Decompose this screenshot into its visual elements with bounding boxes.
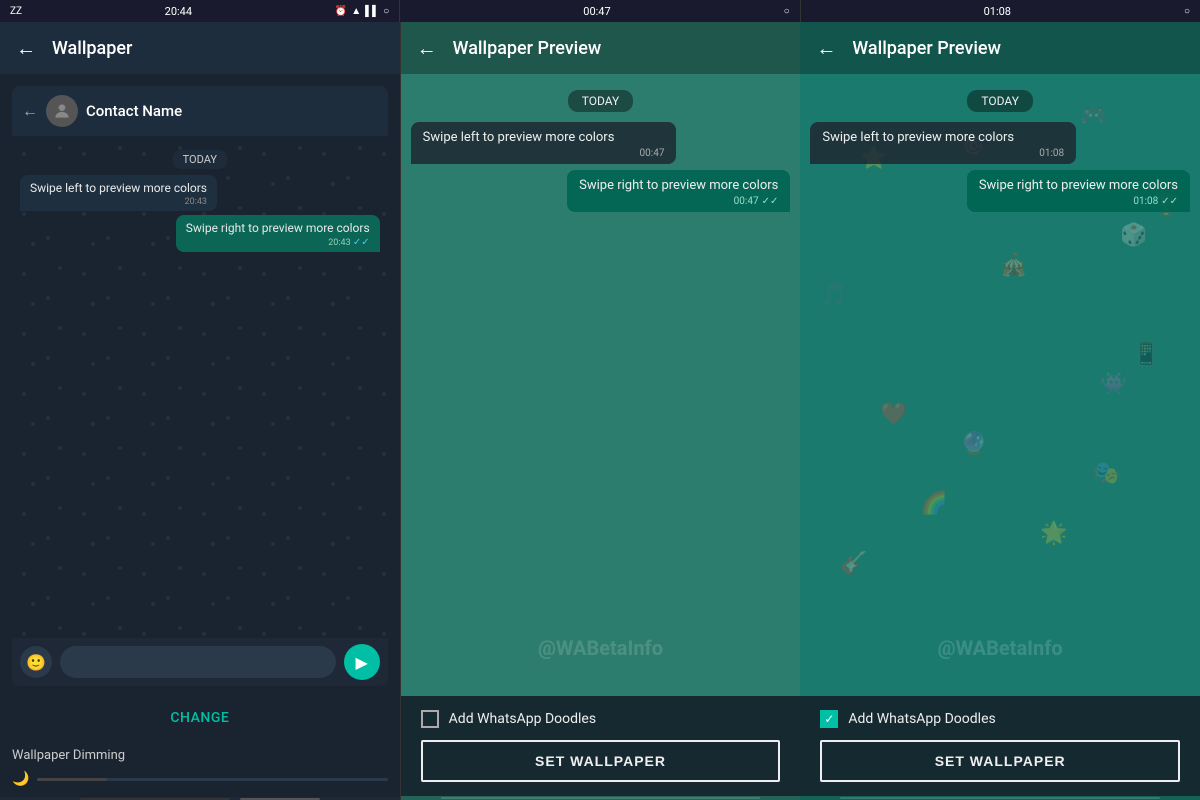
dimming-slider[interactable] [37, 778, 387, 781]
panel-sent-1: Swipe right to preview more colors 00:47… [567, 170, 790, 212]
back-arrow-preview-doodle[interactable]: ← [816, 36, 836, 61]
panel-msg-text-3: Swipe left to preview more colors [822, 130, 1014, 145]
status-bar-3: 01:08 ○ [800, 0, 1200, 22]
panel-msg-text-2: Swipe right to preview more colors [579, 178, 778, 193]
received-msg-1: Swipe left to preview more colors 20:43 [20, 175, 217, 211]
send-button[interactable]: ▶ [344, 644, 380, 680]
time-1: 20:44 [165, 5, 192, 18]
preview-plain-chat: TODAY Swipe left to preview more colors … [401, 74, 801, 696]
moon-icon: 🌙 [12, 771, 29, 787]
input-bar-preview: 🙂 ▶ [12, 638, 388, 686]
wifi-icon: ▲ [351, 6, 361, 17]
msg-time-1: 20:43 [30, 197, 207, 207]
circle-icon-2: ○ [784, 6, 790, 17]
dimming-label: Wallpaper Dimming [12, 748, 388, 763]
panel-sent-2: Swipe right to preview more colors 01:08… [967, 170, 1190, 212]
signal-icon: ▌▌ [365, 6, 379, 17]
chat-area-preview: TODAY Swipe left to preview more colors … [12, 136, 388, 638]
back-arrow-wallpaper[interactable]: ← [16, 36, 36, 61]
emoji-button[interactable]: 🙂 [20, 646, 52, 678]
dimming-slider-fill [37, 778, 107, 781]
contact-avatar [46, 95, 78, 127]
panel-msg-text-4: Swipe right to preview more colors [979, 178, 1178, 193]
scrollbar-2 [401, 796, 801, 800]
status-right-3: ○ [1184, 6, 1190, 17]
chat-back-icon[interactable]: ← [22, 101, 38, 121]
panel-received-2: Swipe left to preview more colors 01:08 [810, 122, 1076, 164]
doodles-checkbox-row-1: Add WhatsApp Doodles [421, 710, 781, 728]
main-panels: ← Wallpaper ← Contact Name [0, 22, 1200, 800]
status-bar-1: ZZ 20:44 ⏰ ▲ ▌▌ ○ [0, 0, 399, 22]
sent-msg-1: Swipe right to preview more colors 20:43… [176, 215, 380, 252]
dimming-slider-container: 🌙 [12, 771, 388, 787]
preview-doodle-bottom-controls: ✓ Add WhatsApp Doodles SET WALLPAPER [800, 696, 1200, 796]
panel-received-1: Swipe left to preview more colors 00:47 [411, 122, 677, 164]
check-marks-1: ✓✓ [353, 237, 370, 248]
panel-msg-time-1: 00:47 [423, 148, 665, 159]
back-arrow-preview-plain[interactable]: ← [417, 36, 437, 61]
set-wallpaper-btn-2[interactable]: SET WALLPAPER [820, 740, 1180, 782]
preview-doodle-appbar: ← Wallpaper Preview [800, 22, 1200, 74]
set-wallpaper-btn-1[interactable]: SET WALLPAPER [421, 740, 781, 782]
panel-date-chip-2: TODAY [810, 90, 1190, 112]
sleep-icon: ZZ [10, 6, 22, 17]
msg-text-2: Swipe right to preview more colors [186, 221, 370, 235]
msg-time-2: 20:43 ✓✓ [186, 237, 370, 248]
status-bar-2: 00:47 ○ [399, 0, 799, 22]
doodles-label-2: Add WhatsApp Doodles [848, 711, 995, 727]
message-input-preview[interactable] [60, 646, 336, 678]
preview-plain-title: Wallpaper Preview [453, 38, 602, 59]
status-right-2: ○ [784, 6, 790, 17]
panel-check-marks-2: ✓✓ [1161, 196, 1178, 207]
date-chip-preview: TODAY [20, 150, 380, 169]
status-right-1: ⏰ ▲ ▌▌ ○ [335, 6, 390, 17]
messages-container: TODAY Swipe left to preview more colors … [20, 144, 380, 256]
change-button[interactable]: CHANGE [0, 698, 400, 738]
doodles-checkbox-2[interactable]: ✓ [820, 710, 838, 728]
wallpaper-settings-panel: ← Wallpaper ← Contact Name [0, 22, 401, 800]
panel-msg-time-4: 01:08 ✓✓ [979, 196, 1178, 207]
circle-icon-3: ○ [1184, 6, 1190, 17]
panel-msg-time-2: 00:47 ✓✓ [579, 196, 778, 207]
panel-msg-text-1: Swipe left to preview more colors [423, 130, 615, 145]
circle-icon: ○ [383, 6, 389, 17]
wallpaper-preview-doodle-panel: 🎮 ⭐ 🏆 🎵 📱 ❤️ 🎭 🌟 🎪 🎯 🎸 🎲 🔮 👾 🌈 ← Wallpap… [800, 22, 1200, 800]
alarm-icon: ⏰ [335, 6, 347, 17]
status-left-1: ZZ [10, 6, 22, 17]
msg-text-1: Swipe left to preview more colors [30, 181, 207, 195]
time-3: 01:08 [984, 5, 1011, 18]
doodles-checkbox-row-2: ✓ Add WhatsApp Doodles [820, 710, 1180, 728]
wallpaper-content: ← Contact Name TODAY [0, 74, 400, 800]
preview-doodle-chat: TODAY Swipe left to preview more colors … [800, 74, 1200, 696]
panel-date-chip-1: TODAY [411, 90, 791, 112]
scrollbar-3 [800, 796, 1200, 800]
contact-name: Contact Name [86, 102, 182, 120]
dimming-section: Wallpaper Dimming 🌙 [0, 738, 400, 797]
panel-check-marks-1: ✓✓ [762, 196, 779, 207]
preview-doodle-title: Wallpaper Preview [852, 38, 1001, 59]
doodles-checkbox-1[interactable] [421, 710, 439, 728]
wallpaper-preview-plain-panel: ← Wallpaper Preview TODAY Swipe left to … [401, 22, 801, 800]
preview-plain-bottom-controls: Add WhatsApp Doodles SET WALLPAPER [401, 696, 801, 796]
wallpaper-appbar: ← Wallpaper [0, 22, 400, 74]
time-2: 00:47 [583, 5, 610, 18]
wallpaper-title: Wallpaper [52, 38, 132, 59]
phone-preview: ← Contact Name TODAY [12, 86, 388, 686]
chat-header-preview: ← Contact Name [12, 86, 388, 136]
doodles-label-1: Add WhatsApp Doodles [449, 711, 596, 727]
status-bars: ZZ 20:44 ⏰ ▲ ▌▌ ○ 00:47 ○ 01:08 ○ [0, 0, 1200, 22]
preview-plain-appbar: ← Wallpaper Preview [401, 22, 801, 74]
panel-msg-time-3: 01:08 [822, 148, 1064, 159]
